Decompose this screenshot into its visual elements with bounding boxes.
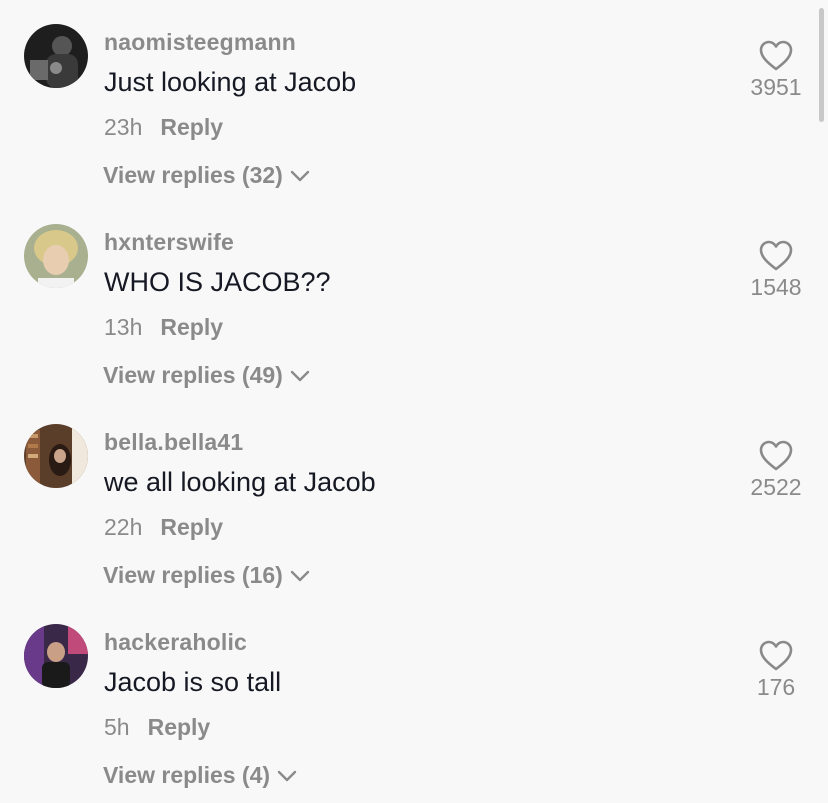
comment-username[interactable]: hackeraholic bbox=[104, 629, 247, 656]
comment-time: 13h bbox=[104, 314, 143, 340]
comment-text: Jacob is so tall bbox=[104, 667, 282, 697]
avatar[interactable] bbox=[24, 224, 88, 288]
scrollbar[interactable] bbox=[819, 8, 824, 122]
like-count: 1548 bbox=[750, 274, 802, 300]
view-replies-button[interactable]: View replies (4) bbox=[103, 762, 298, 789]
view-replies-label: View replies (49) bbox=[103, 362, 283, 388]
comment-time: 23h bbox=[104, 114, 143, 140]
comment-time: 22h bbox=[104, 514, 143, 540]
heart-outline-icon[interactable] bbox=[758, 440, 794, 472]
view-replies-button[interactable]: View replies (49) bbox=[103, 362, 311, 389]
comment-username[interactable]: hxnterswife bbox=[104, 229, 234, 256]
comment-item: hxnterswife WHO IS JACOB?? 13h Reply View… bbox=[0, 200, 828, 400]
view-replies-button[interactable]: View replies (16) bbox=[103, 562, 311, 589]
comment-meta: 22h Reply bbox=[104, 514, 223, 541]
comment-item: naomisteegmann Just looking at Jacob 23h… bbox=[0, 0, 828, 200]
comment-text: Just looking at Jacob bbox=[104, 67, 357, 97]
like-control: 1548 bbox=[744, 240, 808, 301]
view-replies-button[interactable]: View replies (32) bbox=[103, 162, 311, 189]
chevron-down-icon bbox=[276, 762, 298, 789]
comment-text: we all looking at Jacob bbox=[104, 467, 376, 497]
reply-button[interactable]: Reply bbox=[160, 314, 223, 340]
like-count: 2522 bbox=[750, 474, 802, 500]
chevron-down-icon bbox=[289, 162, 311, 189]
comment-text: WHO IS JACOB?? bbox=[104, 267, 331, 297]
avatar[interactable] bbox=[24, 424, 88, 488]
comment-meta: 13h Reply bbox=[104, 314, 223, 341]
reply-button[interactable]: Reply bbox=[160, 114, 223, 140]
comment-item: bella.bella41 we all looking at Jacob 22… bbox=[0, 400, 828, 600]
comment-username[interactable]: bella.bella41 bbox=[104, 429, 243, 456]
reply-button[interactable]: Reply bbox=[160, 514, 223, 540]
avatar[interactable] bbox=[24, 624, 88, 688]
comment-meta: 5h Reply bbox=[104, 714, 210, 741]
heart-outline-icon[interactable] bbox=[758, 240, 794, 272]
heart-outline-icon[interactable] bbox=[758, 640, 794, 672]
like-control: 176 bbox=[744, 640, 808, 701]
comment-meta: 23h Reply bbox=[104, 114, 223, 141]
reply-button[interactable]: Reply bbox=[148, 714, 211, 740]
view-replies-label: View replies (4) bbox=[103, 762, 271, 788]
view-replies-label: View replies (16) bbox=[103, 562, 283, 588]
like-control: 2522 bbox=[744, 440, 808, 501]
like-count: 176 bbox=[756, 674, 796, 700]
heart-outline-icon[interactable] bbox=[758, 40, 794, 72]
view-replies-label: View replies (32) bbox=[103, 162, 283, 188]
comment-username[interactable]: naomisteegmann bbox=[104, 29, 296, 56]
comment-time: 5h bbox=[104, 714, 130, 740]
chevron-down-icon bbox=[289, 562, 311, 589]
like-control: 3951 bbox=[744, 40, 808, 101]
like-count: 3951 bbox=[750, 74, 802, 100]
chevron-down-icon bbox=[289, 362, 311, 389]
comment-item: hackeraholic Jacob is so tall 5h Reply Vi… bbox=[0, 600, 828, 800]
avatar[interactable] bbox=[24, 24, 88, 88]
